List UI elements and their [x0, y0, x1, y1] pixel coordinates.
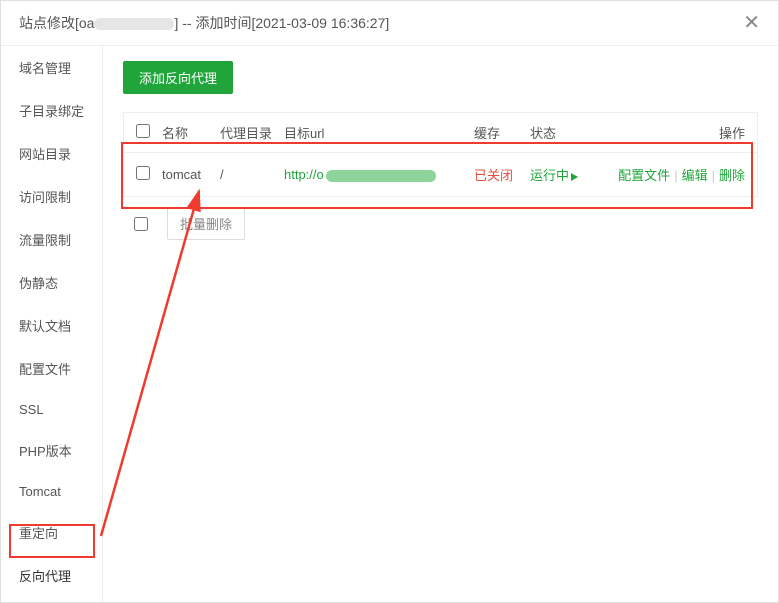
cell-url: http://o	[284, 167, 474, 182]
bulk-select-checkbox[interactable]	[134, 217, 148, 231]
modal-header: 站点修改[oa ] -- 添加时间[2021-03-09 16:36:27] ✕	[1, 1, 778, 46]
site-edit-modal: 站点修改[oa] -- 添加时间[2021-03-09 16:36:27] ✕ …	[0, 0, 779, 603]
cell-status[interactable]: 运行中	[530, 165, 598, 184]
title-prefix: 站点修改[oa	[19, 15, 94, 31]
bulk-delete-button[interactable]: 批量删除	[167, 207, 245, 240]
proxy-table: 名称 代理目录 目标url 缓存 状态 操作 tomcat / http://o…	[123, 112, 758, 197]
sidebar: 域名管理子目录绑定网站目录访问限制流量限制伪静态默认文档配置文件SSLPHP版本…	[1, 46, 103, 602]
redacted-domain	[94, 18, 174, 30]
cell-ops: 配置文件|编辑|删除	[598, 165, 745, 184]
sidebar-item-3[interactable]: 访问限制	[1, 175, 102, 218]
th-cache: 缓存	[474, 123, 530, 142]
sidebar-item-1[interactable]: 子目录绑定	[1, 89, 102, 132]
table-header-row: 名称 代理目录 目标url 缓存 状态 操作	[124, 113, 757, 153]
sidebar-item-13[interactable]: 防盗链	[1, 597, 102, 602]
modal-body: 域名管理子目录绑定网站目录访问限制流量限制伪静态默认文档配置文件SSLPHP版本…	[1, 46, 778, 602]
cell-name: tomcat	[162, 167, 220, 182]
sidebar-item-8[interactable]: SSL	[1, 390, 102, 429]
cell-dir: /	[220, 167, 284, 182]
close-icon[interactable]: ✕	[743, 13, 760, 33]
select-all-checkbox[interactable]	[136, 124, 150, 138]
cell-cache[interactable]: 已关闭	[474, 165, 530, 184]
play-icon	[571, 173, 578, 181]
delete-link[interactable]: 删除	[719, 168, 745, 183]
table-row: tomcat / http://o 已关闭 运行中 配置文件|编辑|删除	[124, 153, 757, 196]
sidebar-item-10[interactable]: Tomcat	[1, 472, 102, 511]
sidebar-item-2[interactable]: 网站目录	[1, 132, 102, 175]
th-status: 状态	[530, 123, 598, 142]
sidebar-item-7[interactable]: 配置文件	[1, 347, 102, 390]
th-name: 名称	[162, 123, 220, 142]
target-url-link[interactable]: http://o	[284, 167, 436, 182]
redacted-url	[326, 170, 436, 182]
content-pane: 添加反向代理 名称 代理目录 目标url 缓存 状态 操作 tomcat / h	[103, 46, 778, 602]
th-url: 目标url	[284, 123, 474, 142]
sidebar-item-4[interactable]: 流量限制	[1, 218, 102, 261]
sidebar-item-5[interactable]: 伪静态	[1, 261, 102, 304]
sidebar-item-6[interactable]: 默认文档	[1, 304, 102, 347]
edit-link[interactable]: 编辑	[682, 168, 708, 183]
sidebar-item-0[interactable]: 域名管理	[1, 46, 102, 89]
th-ops: 操作	[598, 123, 745, 142]
sidebar-item-9[interactable]: PHP版本	[1, 429, 102, 472]
sidebar-item-12[interactable]: 反向代理	[1, 554, 102, 597]
sidebar-item-11[interactable]: 重定向	[1, 511, 102, 554]
modal-title: 站点修改[oa ] -- 添加时间[2021-03-09 16:36:27]	[19, 13, 389, 33]
bulk-action-row: 批量删除	[123, 207, 758, 240]
title-suffix: ] -- 添加时间[2021-03-09 16:36:27]	[174, 15, 389, 31]
config-file-link[interactable]: 配置文件	[618, 168, 670, 183]
th-dir: 代理目录	[220, 123, 284, 142]
row-checkbox[interactable]	[136, 166, 150, 180]
add-reverse-proxy-button[interactable]: 添加反向代理	[123, 61, 233, 94]
